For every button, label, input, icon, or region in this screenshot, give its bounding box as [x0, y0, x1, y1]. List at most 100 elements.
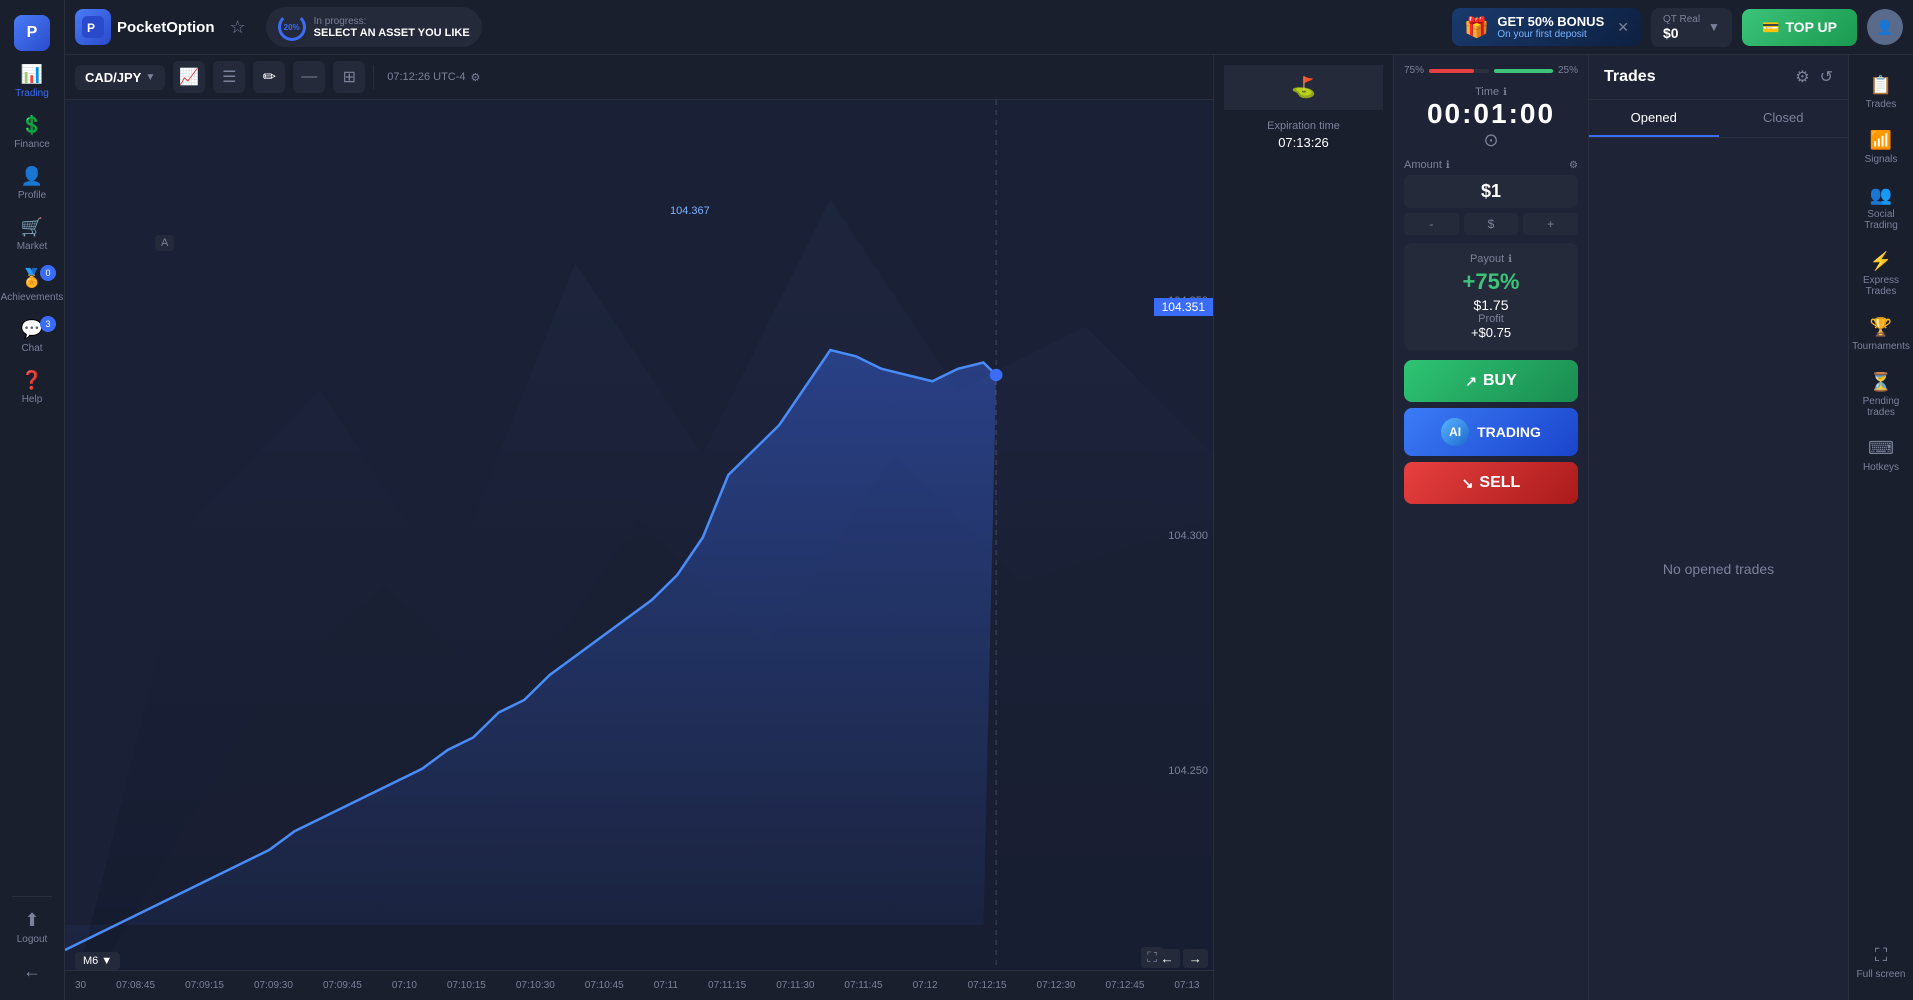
ai-label: TRADING: [1477, 424, 1541, 440]
close-bonus-icon[interactable]: ✕: [1617, 19, 1629, 36]
profit-amount: +$0.75: [1414, 325, 1568, 340]
time-info: 07:12:26 UTC-4 ⚙: [387, 71, 480, 84]
progress-track: [1429, 69, 1488, 73]
pocket-logo: P PocketOption: [75, 9, 215, 45]
pending-trades-icon: ⏳: [1870, 372, 1892, 393]
pocket-logo-icon: P: [75, 9, 111, 45]
trades-title: Trades: [1604, 68, 1785, 86]
right-sidebar-item-express-trades[interactable]: ⚡ Express Trades: [1849, 241, 1913, 307]
sell-label: SELL: [1479, 474, 1520, 492]
right-sidebar-item-social-trading[interactable]: 👥 Social Trading: [1849, 175, 1913, 241]
chart-timestamp: 07:12:26 UTC-4: [387, 71, 465, 83]
right-sidebar-item-pending-trades[interactable]: ⏳ Pending trades: [1849, 362, 1913, 428]
trades-tabs: Opened Closed: [1589, 100, 1848, 138]
progress-fill-left: [1429, 69, 1474, 73]
amount-plus-btn[interactable]: +: [1523, 213, 1578, 235]
trades-header: Trades ⚙ ↺: [1589, 55, 1848, 100]
account-dropdown-icon: ▼: [1708, 20, 1720, 34]
expiration-label: Expiration time: [1267, 120, 1340, 132]
timeframe-button[interactable]: M6 ▼: [75, 952, 120, 970]
account-details: QT Real $0: [1663, 14, 1700, 41]
right-sidebar-item-tournaments[interactable]: 🏆 Tournaments: [1849, 307, 1913, 362]
right-sidebar-item-trades[interactable]: 📋 Trades: [1849, 65, 1913, 120]
fullscreen-button[interactable]: ⛶: [1141, 947, 1163, 968]
time-settings-icon[interactable]: ⚙: [471, 71, 481, 84]
sell-button[interactable]: ↘ SELL: [1404, 462, 1578, 504]
right-sidebar-label: Signals: [1865, 154, 1898, 165]
in-progress-label: In progress:: [314, 16, 470, 27]
right-sidebar-item-signals[interactable]: 📶 Signals: [1849, 120, 1913, 175]
trades-refresh-icon[interactable]: ↺: [1820, 67, 1833, 87]
account-info[interactable]: QT Real $0 ▼: [1651, 8, 1732, 47]
amount-label: Amount ℹ ⚙: [1404, 159, 1578, 171]
line-btn[interactable]: —: [293, 61, 325, 93]
in-progress-task: SELECT AN ASSET YOU LIKE: [314, 27, 470, 39]
amount-controls: - $ +: [1404, 213, 1578, 235]
sidebar-item-market[interactable]: 🛒 Market: [0, 209, 64, 260]
chart-nav-right[interactable]: →: [1183, 949, 1208, 968]
payout-label: Payout ℹ: [1414, 253, 1568, 265]
amount-info-icon[interactable]: ℹ: [1446, 160, 1450, 171]
fullscreen-icon: ⛶: [1875, 945, 1888, 966]
sidebar-item-label: Market: [17, 241, 48, 252]
logout-icon: ⬆: [24, 910, 39, 931]
progress-fill-right: [1494, 69, 1553, 73]
user-avatar[interactable]: 👤: [1867, 9, 1903, 45]
trades-panel: Trades ⚙ ↺ Opened Closed No opened trade…: [1588, 55, 1848, 1000]
bonus-text: GET 50% BONUS On your first deposit: [1497, 14, 1604, 40]
help-icon: ❓: [21, 370, 43, 391]
time-stepper-icon[interactable]: ⊙: [1483, 130, 1498, 151]
draw-btn[interactable]: ✏: [253, 61, 285, 93]
chart-type-btn[interactable]: 📈: [173, 61, 205, 93]
chart-area[interactable]: A 104.367: [65, 100, 1213, 1000]
right-sidebar-item-hotkeys[interactable]: ⌨ Hotkeys: [1849, 428, 1913, 483]
time-section: Time ℹ 00:01:00 ⊙: [1404, 86, 1578, 151]
sidebar-item-chat[interactable]: 💬 Chat 3: [0, 311, 64, 362]
time-info-icon[interactable]: ℹ: [1503, 87, 1507, 98]
tab-closed[interactable]: Closed: [1719, 100, 1849, 137]
buy-button[interactable]: ↗ BUY: [1404, 360, 1578, 402]
amount-section: Amount ℹ ⚙ $1 - $ +: [1404, 159, 1578, 235]
expiration-flag-icon: ⛳: [1291, 75, 1316, 100]
trades-settings-icon[interactable]: ⚙: [1795, 67, 1809, 87]
payout-info-icon[interactable]: ℹ: [1508, 254, 1512, 265]
sidebar-item-label: Logout: [17, 934, 48, 945]
tab-opened[interactable]: Opened: [1589, 100, 1719, 137]
top-header: P PocketOption ☆ 20% In progress: SELECT…: [65, 0, 1913, 55]
logo-area: P: [4, 10, 60, 56]
signals-icon: 📶: [1870, 130, 1892, 151]
right-sidebar-item-fullscreen[interactable]: ⛶ Full screen: [1852, 935, 1911, 990]
sidebar-item-back[interactable]: ←: [12, 953, 53, 990]
line-icon: —: [301, 68, 317, 86]
sidebar-item-label: Achievements: [1, 292, 64, 303]
main-area: P PocketOption ☆ 20% In progress: SELECT…: [65, 0, 1913, 1000]
right-sidebar-label: Full screen: [1857, 969, 1906, 980]
expiration-icon-area: ⛳: [1224, 65, 1383, 110]
in-progress-badge: 20% In progress: SELECT AN ASSET YOU LIK…: [266, 7, 482, 47]
right-sidebar-label: Hotkeys: [1863, 462, 1899, 473]
favorite-star-icon[interactable]: ☆: [230, 17, 246, 38]
sidebar-item-trading[interactable]: 📊 Trading: [0, 56, 64, 107]
sidebar-item-profile[interactable]: 👤 Profile: [0, 158, 64, 209]
sidebar-item-logout[interactable]: ⬆ Logout: [12, 902, 53, 953]
sidebar-item-achievements[interactable]: 🏅 Achievements 0: [0, 260, 64, 311]
grid-btn[interactable]: ⊞: [333, 61, 365, 93]
left-sidebar: P 📊 Trading 💲 Finance 👤 Profile 🛒 Market…: [0, 0, 65, 1000]
indicators-btn[interactable]: ☰: [213, 61, 245, 93]
sidebar-item-help[interactable]: ❓ Help: [0, 362, 64, 413]
progress-track-right: [1494, 69, 1553, 73]
bonus-banner[interactable]: 🎁 GET 50% BONUS On your first deposit ✕: [1452, 8, 1641, 46]
payout-label-text: Payout: [1470, 253, 1504, 265]
topup-button[interactable]: 💳 TOP UP: [1742, 9, 1857, 46]
amount-settings-icon[interactable]: ⚙: [1569, 160, 1578, 171]
achievements-badge: 0: [40, 265, 56, 281]
progress-right-label: 25%: [1558, 65, 1578, 76]
amount-minus-btn[interactable]: -: [1404, 213, 1459, 235]
chart-line: [65, 100, 1213, 1000]
asset-selector[interactable]: CAD/JPY ▼: [75, 65, 165, 90]
sidebar-item-finance[interactable]: 💲 Finance: [0, 107, 64, 158]
amount-dollar-btn[interactable]: $: [1464, 213, 1519, 235]
ai-trading-button[interactable]: AI TRADING: [1404, 408, 1578, 456]
expiration-time: 07:13:26: [1267, 135, 1340, 150]
right-sidebar-label: Tournaments: [1852, 341, 1910, 352]
